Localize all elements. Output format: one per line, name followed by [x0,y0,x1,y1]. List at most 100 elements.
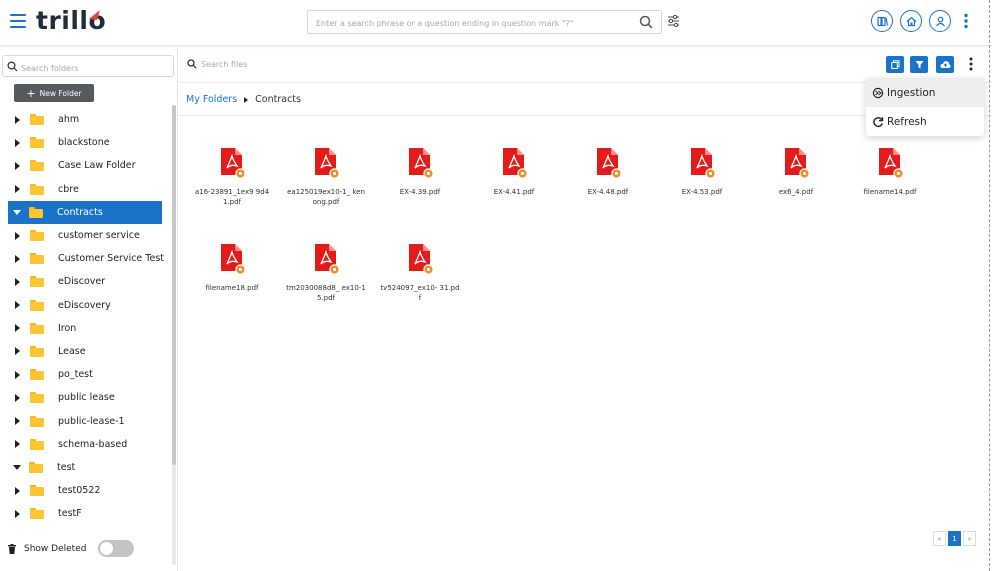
more-vert-icon[interactable] [963,13,969,29]
file-item[interactable]: filename18.pdf [192,243,272,293]
file-item[interactable]: tv524097_ex10- 31.pdf [380,243,460,303]
caret-right-icon[interactable] [15,277,20,286]
caret-down-icon[interactable] [13,464,21,470]
caret-right-icon[interactable] [15,347,20,356]
file-name: EX-4.48.pdf [587,188,629,196]
file-item[interactable]: filename14.pdf [850,147,930,197]
upload-button[interactable] [936,56,954,73]
folder-search-input[interactable] [21,58,171,79]
search-icon[interactable] [639,15,653,29]
caret-down-icon[interactable] [13,209,21,215]
folder-item[interactable]: customer service [0,224,172,247]
caret-right-icon[interactable] [15,254,20,263]
menu-item-ingestion[interactable]: Ingestion [866,78,984,107]
folder-label: Lease [58,345,86,357]
scrollbar-thumb[interactable] [172,105,176,465]
folder-icon [30,114,44,126]
folder-item[interactable]: Contracts [8,200,162,224]
folder-item[interactable]: po_test [0,363,172,386]
page-current-button[interactable]: 1 [948,531,961,546]
file-item[interactable]: EX-4.39.pdf [380,147,460,197]
caret-right-icon[interactable] [15,509,20,518]
file-item[interactable]: ea125019ex10-1_ kenong.pdf [286,147,366,207]
file-item[interactable]: EX-4.53.pdf [662,147,742,197]
folder-item[interactable]: eDiscovery [0,294,172,317]
caret-right-icon[interactable] [15,370,20,379]
folder-icon [30,485,44,497]
toggle-knob [100,542,114,555]
folder-item[interactable]: public-lease-1 [0,409,172,432]
folder-item[interactable]: schema-based [0,433,172,456]
sliders-icon[interactable] [667,15,680,27]
caret-right-icon[interactable] [15,486,20,495]
folder-item[interactable]: Case Law Folder [0,154,172,177]
global-search-input[interactable] [308,12,628,35]
show-deleted-row: Show Deleted [8,540,135,557]
file-name: a16-23891_1ex9 9d41.pdf [194,188,270,206]
folder-item[interactable]: public lease [0,386,172,409]
folder-item[interactable]: cbre [0,178,172,201]
folder-item[interactable]: Lease [0,340,172,363]
cloud-upload-icon [939,61,951,68]
pagination: « 1 » [931,531,976,546]
caret-right-icon[interactable] [15,301,20,310]
folder-item[interactable]: ahm [0,108,172,131]
home-icon [906,16,916,26]
caret-right-icon[interactable] [15,115,20,124]
show-deleted-toggle[interactable] [98,540,135,557]
pdf-file-icon [221,148,246,179]
breadcrumb-root[interactable]: My Folders [186,94,237,105]
library-icon [876,16,888,26]
folder-item[interactable]: test0522 [0,479,172,502]
global-search [307,10,662,35]
page-prev-button[interactable]: « [933,531,946,546]
copy-button[interactable] [886,56,904,73]
folder-item[interactable]: testF [0,502,172,525]
pdf-file-icon [879,148,904,179]
menu-icon[interactable] [10,14,26,28]
folder-label: schema-based [58,438,128,450]
file-item[interactable]: ex6_4.pdf [756,147,836,197]
caret-right-icon[interactable] [15,417,20,426]
search-icon [7,61,18,72]
file-item[interactable]: EX-4.41.pdf [474,147,554,197]
caret-right-icon[interactable] [15,440,20,449]
new-folder-button[interactable]: + New Folder [14,84,94,102]
library-button[interactable] [871,10,893,32]
folder-icon [30,345,44,357]
caret-right-icon[interactable] [15,324,20,333]
folder-item[interactable]: eDiscover [0,270,172,293]
folder-icon [30,230,44,242]
caret-right-icon[interactable] [15,185,20,194]
folder-item[interactable]: blackstone [0,131,172,154]
caret-right-icon[interactable] [15,231,20,240]
show-deleted-label: Show Deleted [24,543,87,554]
folder-icon [29,461,43,473]
file-item[interactable]: tm2030088d8_ ex10-15.pdf [286,243,366,303]
folder-item[interactable]: Iron [0,317,172,340]
caret-right-icon[interactable] [15,138,20,147]
folder-icon [30,322,44,334]
copy-icon [890,60,899,69]
file-item[interactable]: a16-23891_1ex9 9d41.pdf [192,147,272,207]
user-button[interactable] [929,10,951,32]
filter-button[interactable] [910,56,928,73]
folder-icon [30,160,44,172]
more-vert-icon[interactable] [968,57,974,71]
folder-label: po_test [58,369,93,381]
file-name: ex6_4.pdf [778,188,814,196]
folder-item[interactable]: Customer Service Test [0,247,172,270]
page-next-button[interactable]: » [963,531,976,546]
file-search-input[interactable] [201,56,501,72]
folder-label: Customer Service Test [58,253,165,265]
file-name: tv524097_ex10- 31.pdf [380,284,460,302]
caret-right-icon[interactable] [15,161,20,170]
file-item[interactable]: EX-4.48.pdf [568,147,648,197]
sidebar-scrollbar[interactable] [172,105,176,565]
folder-icon [30,392,44,404]
folder-label: ahm [58,114,80,126]
home-button[interactable] [900,10,922,32]
menu-item-refresh[interactable]: Refresh [866,107,984,136]
caret-right-icon[interactable] [15,393,20,402]
folder-item[interactable]: test [0,456,172,479]
